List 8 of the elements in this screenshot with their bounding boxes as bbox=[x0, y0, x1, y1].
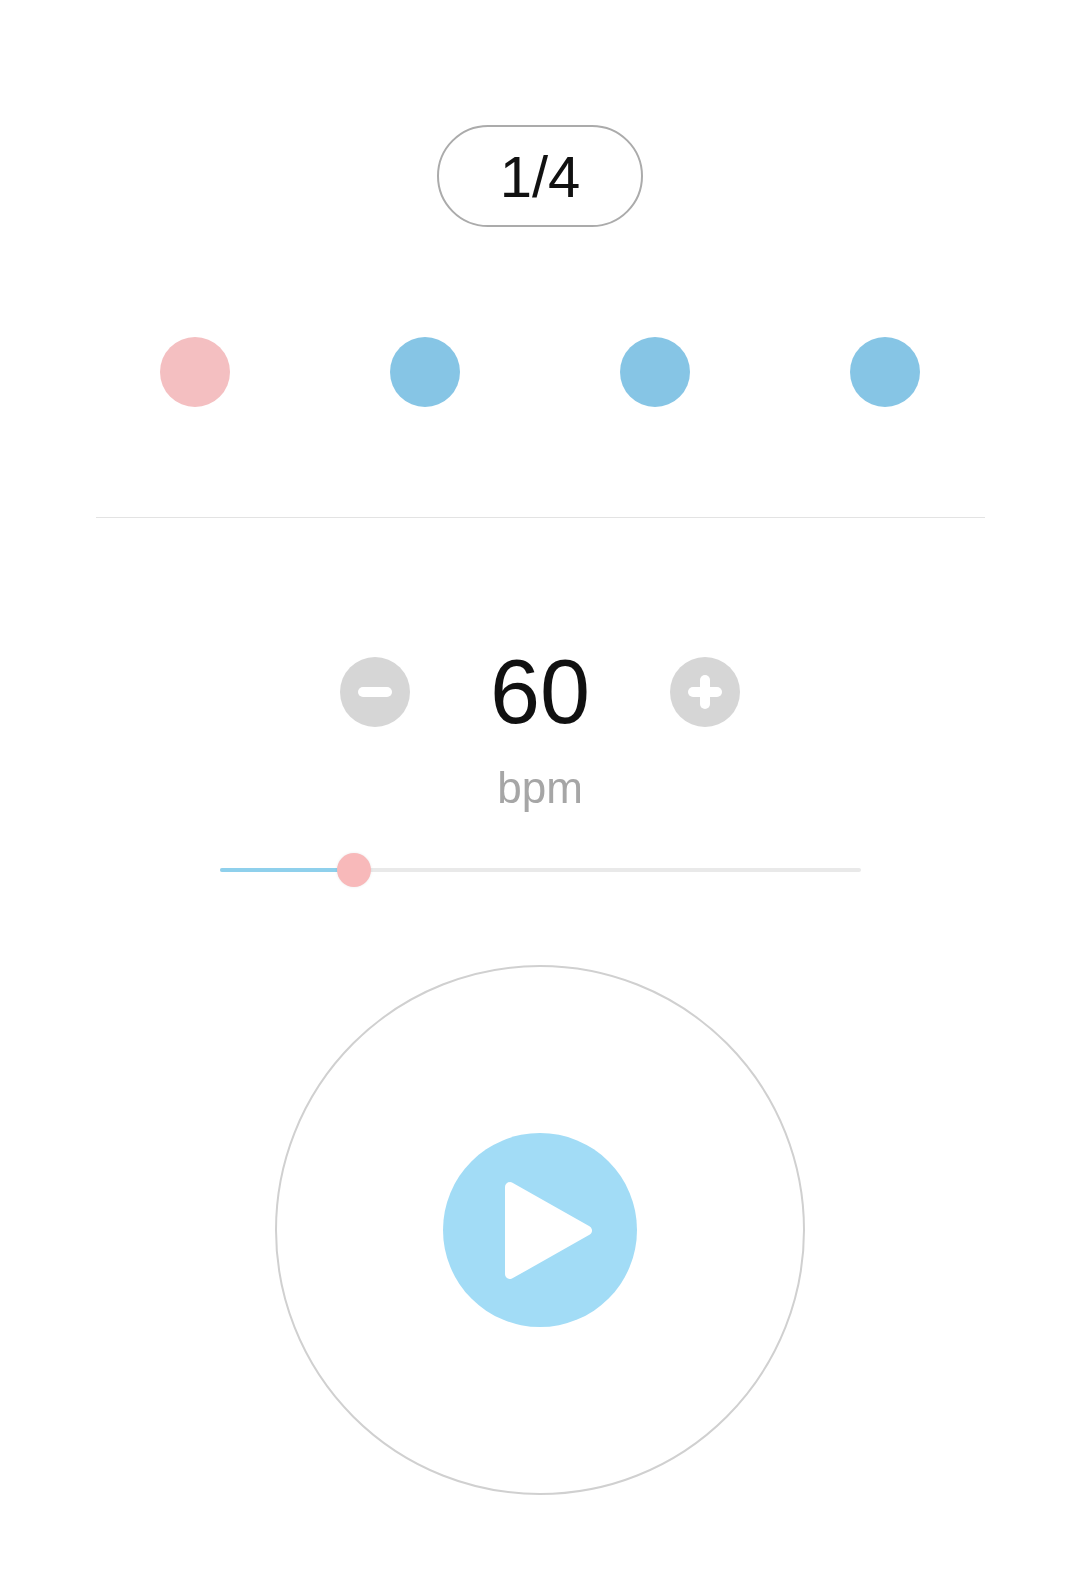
tempo-value: 60 bbox=[489, 647, 591, 737]
play-icon bbox=[504, 1181, 592, 1279]
tempo-slider-track[interactable] bbox=[219, 853, 861, 887]
slider-thumb[interactable] bbox=[337, 853, 372, 887]
minus-icon bbox=[358, 687, 392, 697]
plus-icon bbox=[688, 675, 722, 709]
tempo-unit: bpm bbox=[497, 766, 583, 810]
time-signature-button[interactable]: 1/4 bbox=[437, 125, 643, 227]
